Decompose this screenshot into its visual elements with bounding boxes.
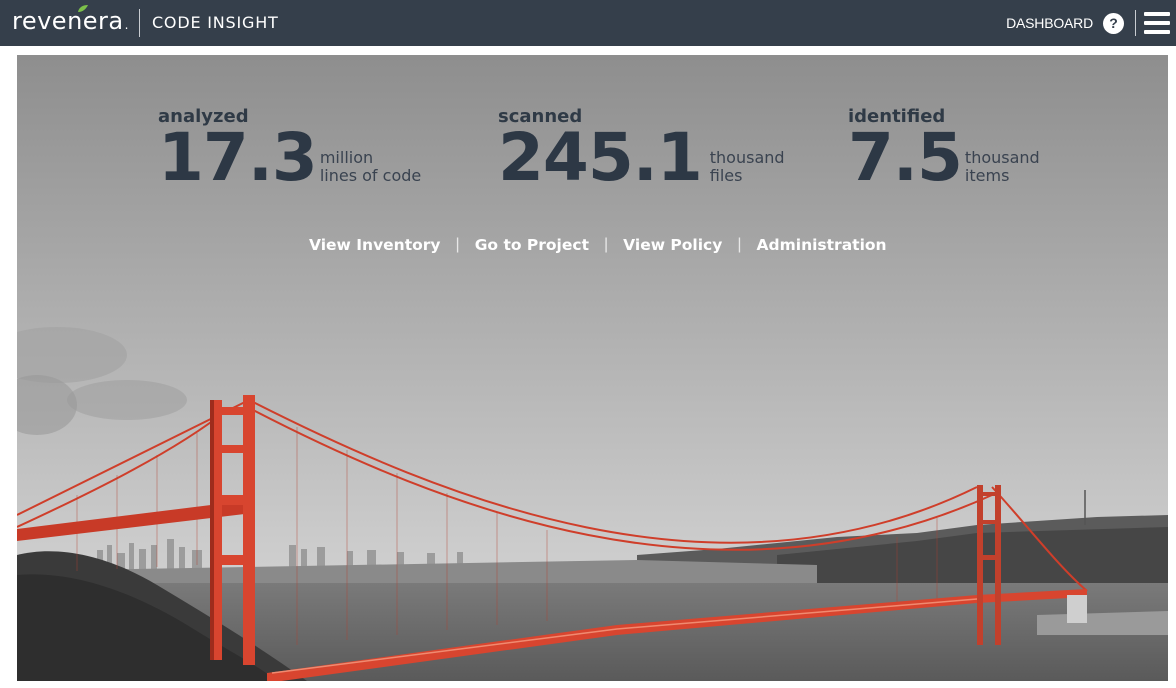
logo-text: revenera: [12, 7, 124, 35]
stat-analyzed: analyzed 17.3 million lines of code: [158, 107, 421, 196]
administration-link[interactable]: Administration: [757, 236, 887, 254]
link-separator: |: [455, 236, 460, 253]
go-to-project-link[interactable]: Go to Project: [475, 236, 589, 254]
view-policy-link[interactable]: View Policy: [623, 236, 722, 254]
link-separator: |: [737, 236, 742, 253]
stat-unit-line2: items: [964, 166, 1010, 185]
stat-value: 245.1: [498, 119, 703, 196]
quick-links: View Inventory | Go to Project | View Po…: [309, 236, 887, 254]
stat-unit: thousand files: [710, 149, 785, 189]
stat-value: 7.5: [848, 119, 963, 196]
hero-banner: analyzed 17.3 million lines of code scan…: [17, 55, 1168, 681]
stat-unit: thousand items: [965, 149, 1040, 189]
stat-unit-line1: thousand: [709, 148, 785, 167]
stat-unit-line1: thousand: [964, 148, 1040, 167]
brand-divider: [138, 9, 140, 37]
leaf-icon: [78, 5, 88, 12]
view-inventory-link[interactable]: View Inventory: [309, 236, 441, 254]
stat-unit-line2: lines of code: [319, 166, 422, 185]
stat-unit-line1: million: [319, 148, 374, 167]
stat-unit-line2: files: [709, 166, 743, 185]
help-icon[interactable]: ?: [1103, 12, 1124, 34]
product-name: CODE INSIGHT: [151, 13, 279, 32]
revenera-logo[interactable]: revenera.: [12, 5, 129, 40]
top-navigation-bar: revenera. CODE INSIGHT DASHBOARD ?: [0, 0, 1176, 46]
dashboard-link[interactable]: DASHBOARD: [1006, 15, 1093, 31]
stat-identified: identified 7.5 thousand items: [848, 107, 1040, 196]
brand[interactable]: revenera. CODE INSIGHT: [12, 5, 279, 40]
nav-divider: [1135, 10, 1136, 36]
stat-unit: million lines of code: [320, 149, 421, 189]
stat-value: 17.3: [158, 119, 318, 196]
logo-dot: .: [124, 18, 129, 32]
stat-scanned: scanned 245.1 thousand files: [498, 107, 785, 196]
header-right-nav: DASHBOARD ?: [1006, 8, 1170, 38]
hamburger-menu-icon[interactable]: [1144, 12, 1170, 34]
link-separator: |: [604, 236, 609, 253]
